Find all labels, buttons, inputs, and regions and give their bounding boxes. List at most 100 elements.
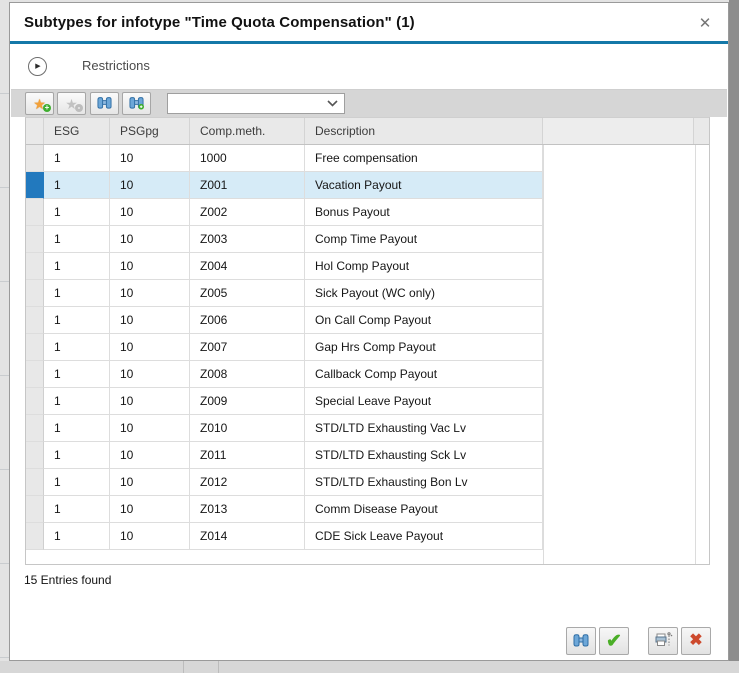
cell-description: Vacation Payout	[305, 172, 543, 199]
cell-psgpg: 10	[110, 523, 190, 550]
row-selector-cell[interactable]	[26, 280, 44, 307]
print-button[interactable]	[648, 627, 678, 655]
cell-description: Comm Disease Payout	[305, 496, 543, 523]
cancel-button[interactable]: ✖	[681, 627, 711, 655]
add-to-personal-list-button[interactable]: ★ +	[25, 92, 54, 115]
header-psgpg[interactable]: PSGpg	[110, 118, 190, 144]
cell-description: Gap Hrs Comp Payout	[305, 334, 543, 361]
binoculars-icon	[572, 632, 590, 651]
table-row[interactable]: 1 10 Z009 Special Leave Payout	[26, 388, 544, 415]
cell-psgpg: 10	[110, 442, 190, 469]
cell-psgpg: 10	[110, 415, 190, 442]
expand-restrictions-button[interactable]: ▶	[28, 57, 47, 76]
table-row[interactable]: 1 10 1000 Free compensation	[26, 145, 544, 172]
cell-description: Hol Comp Payout	[305, 253, 543, 280]
table-body: 1 10 1000 Free compensation 1 10 Z001 Va…	[26, 145, 709, 550]
row-selector-cell[interactable]	[26, 469, 44, 496]
row-selector-cell[interactable]	[26, 334, 44, 361]
minus-badge-icon: -	[75, 104, 83, 112]
row-selector-cell[interactable]	[26, 442, 44, 469]
row-selector-cell[interactable]	[26, 199, 44, 226]
table-row[interactable]: 1 10 Z007 Gap Hrs Comp Payout	[26, 334, 544, 361]
background-line	[183, 661, 184, 673]
row-selector-cell[interactable]	[26, 496, 44, 523]
row-selector-cell[interactable]	[26, 415, 44, 442]
cell-description: STD/LTD Exhausting Vac Lv	[305, 415, 543, 442]
printer-icon	[654, 632, 673, 651]
cell-description: Bonus Payout	[305, 199, 543, 226]
table-row[interactable]: 1 10 Z013 Comm Disease Payout	[26, 496, 544, 523]
cell-comp-meth: Z007	[190, 334, 305, 361]
cell-esg: 1	[44, 226, 110, 253]
row-selector-cell[interactable]	[26, 307, 44, 334]
table-row[interactable]: 1 10 Z014 CDE Sick Leave Payout	[26, 523, 544, 550]
x-icon: ✖	[689, 633, 702, 649]
close-icon[interactable]: ✕	[694, 12, 716, 34]
cell-esg: 1	[44, 361, 110, 388]
table-row[interactable]: 1 10 Z001 Vacation Payout	[26, 172, 544, 199]
table-row[interactable]: 1 10 Z011 STD/LTD Exhausting Sck Lv	[26, 442, 544, 469]
table-row[interactable]: 1 10 Z002 Bonus Payout	[26, 199, 544, 226]
cell-description: Comp Time Payout	[305, 226, 543, 253]
header-filler	[543, 118, 694, 144]
header-filler-end	[694, 118, 709, 144]
find-button[interactable]	[566, 627, 596, 655]
table-guide-line	[543, 145, 544, 564]
cell-esg: 1	[44, 172, 110, 199]
find-next-toolbar-button[interactable]	[122, 92, 151, 115]
value-help-dialog: Subtypes for infotype "Time Quota Compen…	[9, 2, 729, 661]
row-selector-cell[interactable]	[26, 253, 44, 280]
row-selector-cell[interactable]	[26, 523, 44, 550]
cell-esg: 1	[44, 145, 110, 172]
chevron-right-icon: ▶	[35, 63, 40, 70]
table-row[interactable]: 1 10 Z004 Hol Comp Payout	[26, 253, 544, 280]
cell-esg: 1	[44, 523, 110, 550]
table-row[interactable]: 1 10 Z006 On Call Comp Payout	[26, 307, 544, 334]
table-row[interactable]: 1 10 Z010 STD/LTD Exhausting Vac Lv	[26, 415, 544, 442]
cell-esg: 1	[44, 253, 110, 280]
row-selector-cell[interactable]	[26, 172, 44, 199]
entries-found-label: 15 Entries found	[24, 573, 728, 587]
table-bottom-strip	[26, 550, 709, 564]
cell-comp-meth: Z010	[190, 415, 305, 442]
table-row[interactable]: 1 10 Z005 Sick Payout (WC only)	[26, 280, 544, 307]
cell-comp-meth: Z006	[190, 307, 305, 334]
background-line	[218, 661, 219, 673]
filter-combobox[interactable]	[167, 93, 345, 114]
cell-comp-meth: Z008	[190, 361, 305, 388]
row-selector-cell[interactable]	[26, 388, 44, 415]
table-row[interactable]: 1 10 Z003 Comp Time Payout	[26, 226, 544, 253]
header-description[interactable]: Description	[305, 118, 543, 144]
header-comp-meth[interactable]: Comp.meth.	[190, 118, 305, 144]
restrictions-label: Restrictions	[82, 58, 150, 73]
cell-description: Callback Comp Payout	[305, 361, 543, 388]
remove-from-personal-list-button[interactable]: ★ -	[57, 92, 86, 115]
cell-esg: 1	[44, 469, 110, 496]
row-selector-cell[interactable]	[26, 145, 44, 172]
table-row[interactable]: 1 10 Z008 Callback Comp Payout	[26, 361, 544, 388]
binoculars-icon	[96, 95, 113, 113]
accept-button[interactable]: ✔	[599, 627, 629, 655]
header-selector-cell	[26, 118, 44, 144]
table-row[interactable]: 1 10 Z012 STD/LTD Exhausting Bon Lv	[26, 469, 544, 496]
cell-psgpg: 10	[110, 199, 190, 226]
find-toolbar-button[interactable]	[90, 92, 119, 115]
cell-description: On Call Comp Payout	[305, 307, 543, 334]
cell-comp-meth: Z011	[190, 442, 305, 469]
header-esg[interactable]: ESG	[44, 118, 110, 144]
cell-description: STD/LTD Exhausting Bon Lv	[305, 469, 543, 496]
chevron-down-icon	[327, 100, 344, 107]
cell-comp-meth: 1000	[190, 145, 305, 172]
cell-comp-meth: Z009	[190, 388, 305, 415]
cell-comp-meth: Z004	[190, 253, 305, 280]
cell-esg: 1	[44, 307, 110, 334]
cell-psgpg: 10	[110, 280, 190, 307]
cell-comp-meth: Z013	[190, 496, 305, 523]
cell-psgpg: 10	[110, 172, 190, 199]
row-selector-cell[interactable]	[26, 226, 44, 253]
row-selector-cell[interactable]	[26, 361, 44, 388]
cell-psgpg: 10	[110, 253, 190, 280]
table-guide-line	[695, 145, 696, 564]
dialog-shadow-right	[729, 0, 739, 661]
binoculars-plus-icon	[128, 95, 145, 113]
